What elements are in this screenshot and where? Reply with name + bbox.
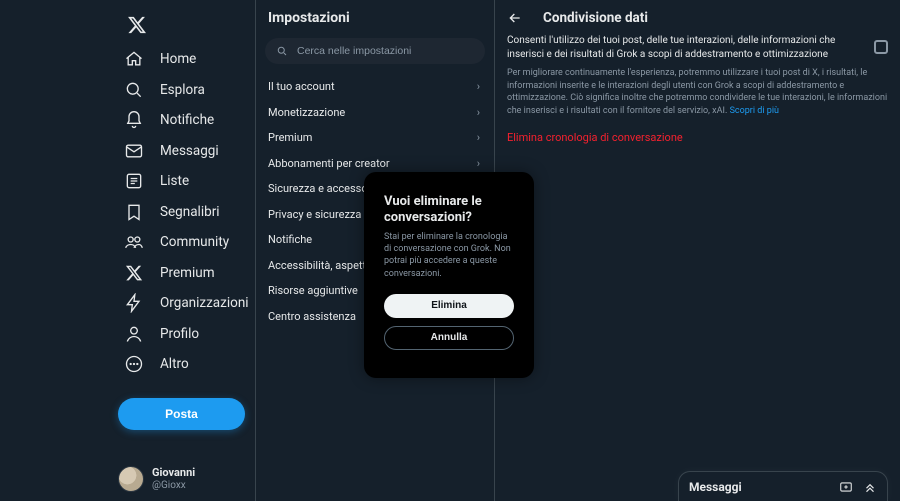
back-button[interactable] [503,6,527,30]
nav-profile[interactable]: Profilo [118,319,255,350]
chevron-right-icon: › [477,157,480,170]
messages-drawer-title: Messaggi [689,480,742,494]
learn-more-link[interactable]: Scopri di più [730,106,779,116]
nav-home[interactable]: Home [118,44,255,75]
settings-item-monetization[interactable]: Monetizzazione› [256,100,494,126]
delete-history-link[interactable]: Elimina cronologia di conversazione [495,131,888,144]
bookmark-icon [122,200,146,224]
modal-title: Vuoi eliminare le conversazioni? [384,194,514,225]
post-button[interactable]: Posta [118,398,245,430]
people-icon [122,230,146,254]
expand-drawer-icon[interactable] [863,480,877,494]
confirm-delete-button[interactable]: Elimina [384,294,514,318]
account-switcher[interactable]: Giovanni @Gioxx [118,466,195,492]
nav-bookmarks[interactable]: Segnalibri [118,197,255,228]
list-icon [122,169,146,193]
detail-column: Condivisione dati Consenti l'utilizzo de… [495,0,900,501]
messages-drawer[interactable]: Messaggi [678,471,888,501]
settings-item-premium[interactable]: Premium› [256,125,494,151]
nav-label: Altro [160,356,189,372]
search-icon [122,78,146,102]
nav-messages[interactable]: Messaggi [118,136,255,167]
cancel-button[interactable]: Annulla [384,326,514,350]
person-icon [122,322,146,346]
primary-nav: Home Esplora Notifiche Messaggi Liste Se… [0,0,255,501]
modal-description: Stai per eliminare la cronologia di conv… [384,231,514,280]
detail-title: Condivisione dati [543,10,648,26]
nav-label: Messaggi [160,143,219,159]
nav-orgs[interactable]: Organizzazioni verificate [118,288,255,319]
chevron-right-icon: › [477,106,480,119]
settings-search-input[interactable] [295,44,475,58]
chevron-right-icon: › [477,131,480,144]
envelope-icon [122,139,146,163]
nav-label: Organizzazioni verificate [160,295,251,311]
x-icon [122,261,146,285]
nav-explore[interactable]: Esplora [118,75,255,106]
confirm-delete-modal: Vuoi eliminare le conversazioni? Stai pe… [364,172,534,378]
consent-description: Per migliorare continuamente l'esperienz… [495,67,888,117]
nav-label: Premium [160,265,215,281]
nav-premium[interactable]: Premium [118,258,255,289]
nav-label: Esplora [160,82,205,98]
consent-label: Consenti l'utilizzo dei tuoi post, delle… [507,34,864,61]
nav-label: Community [160,234,229,250]
settings-title: Impostazioni [256,0,494,34]
account-name: Giovanni [152,467,195,480]
nav-communities[interactable]: Community [118,227,255,258]
avatar [118,466,144,492]
arrow-left-icon [507,10,523,26]
search-icon [275,45,289,57]
new-message-icon[interactable] [839,480,853,494]
account-handle: @Gioxx [152,480,195,492]
nav-notifications[interactable]: Notifiche [118,105,255,136]
nav-label: Notifiche [160,112,214,128]
lightning-icon [122,291,146,315]
nav-label: Liste [160,173,189,189]
home-icon [122,47,146,71]
settings-item-account[interactable]: Il tuo account› [256,74,494,100]
bell-icon [122,108,146,132]
consent-checkbox[interactable] [874,40,888,54]
nav-label: Home [160,51,196,67]
nav-lists[interactable]: Liste [118,166,255,197]
settings-search[interactable] [265,38,485,64]
more-icon [122,352,146,376]
x-logo[interactable] [122,10,152,40]
chevron-right-icon: › [477,80,480,93]
nav-label: Segnalibri [160,204,220,220]
nav-more[interactable]: Altro [118,349,255,380]
nav-label: Profilo [160,326,199,342]
